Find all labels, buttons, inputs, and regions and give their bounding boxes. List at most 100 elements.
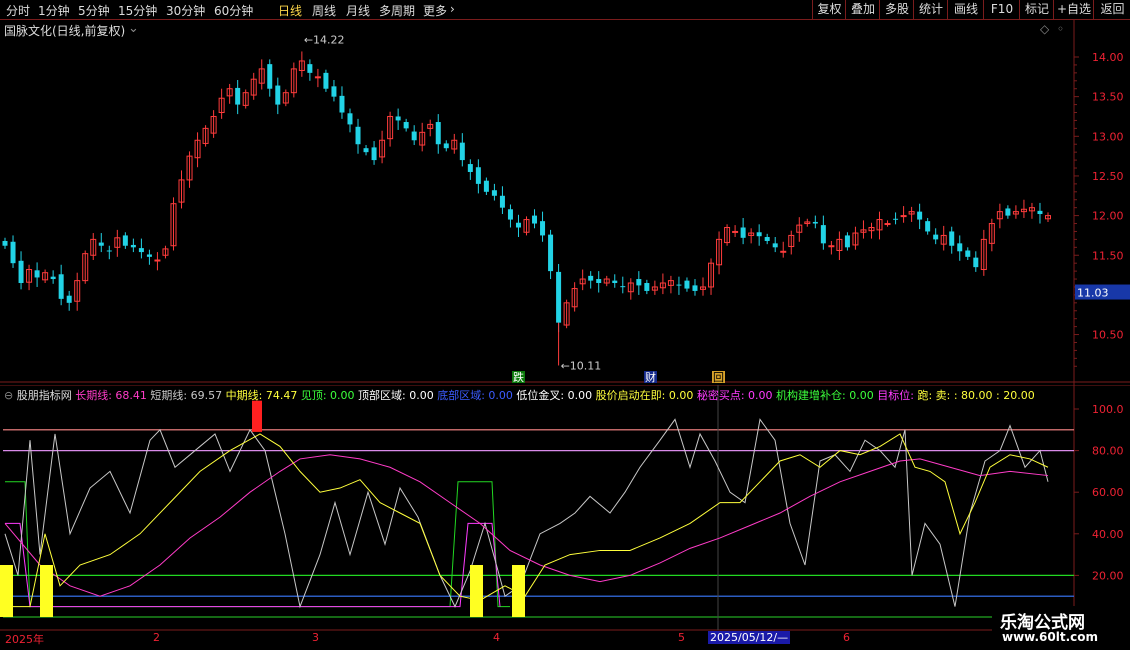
candle-body-down xyxy=(459,142,465,161)
candle-body-down xyxy=(339,95,345,113)
multi-stock-button[interactable]: 多股 xyxy=(879,0,914,19)
marker-finance: 财 xyxy=(645,370,656,384)
candle-body-down xyxy=(820,225,826,244)
legend-item-1: 短期线: 69.57 xyxy=(146,389,223,401)
candle-body-down xyxy=(483,180,489,192)
period-daily[interactable]: 日线 xyxy=(278,2,302,19)
period-5min[interactable]: 5分钟 xyxy=(78,2,110,19)
legend-item-6: 低位金叉: 0.00 xyxy=(512,389,593,401)
price-tick-label: 10.50 xyxy=(1092,329,1124,342)
candle-body-up xyxy=(780,250,787,253)
collapse-icon[interactable]: ⊖ xyxy=(4,389,17,401)
ind-tick-label: 60.00 xyxy=(1092,486,1124,499)
indicator-chart[interactable]: 100.0 80.00 60.00 40.00 20.00 xyxy=(0,385,1130,650)
price-tick-label: 12.00 xyxy=(1092,210,1124,223)
period-30min[interactable]: 30分钟 xyxy=(166,2,205,19)
high-price-annotation: ←14.22 xyxy=(304,34,345,47)
candle-body-down xyxy=(138,248,144,253)
marker-back: 回 xyxy=(713,371,724,384)
chevron-right-icon[interactable]: › xyxy=(450,2,455,16)
price-tick-label: 13.00 xyxy=(1092,130,1124,143)
candle-body-down xyxy=(515,222,521,228)
price-tick-label: 13.50 xyxy=(1092,91,1124,104)
legend-item-10: 目标位: xyxy=(873,389,918,401)
candle-body-down xyxy=(532,215,538,224)
marker-drop: 跌 xyxy=(513,370,524,384)
period-60min[interactable]: 60分钟 xyxy=(214,2,253,19)
candle-body-down xyxy=(973,257,979,268)
legend-item-0: 长期线: 68.41 xyxy=(75,389,147,401)
mark-button[interactable]: 标记 xyxy=(1019,0,1054,19)
candle-body-down xyxy=(403,122,409,129)
ind-tick-label: 80.00 xyxy=(1092,445,1124,458)
legend-item-2: 中期线: 74.47 xyxy=(222,389,298,401)
add-watchlist-button[interactable]: +自选 xyxy=(1053,0,1094,19)
watermark-url: www.60lt.com xyxy=(1002,630,1099,644)
candle-body-down xyxy=(331,86,337,97)
candle-body-up xyxy=(314,76,321,79)
f10-button[interactable]: F10 xyxy=(983,0,1020,19)
legend-item-7: 股价启动在即: 0.00 xyxy=(592,389,694,401)
indicator-legend: ⊖ 股朋指标网 长期线: 68.41 短期线: 69.57 中期线: 74.47… xyxy=(4,387,1076,401)
back-button[interactable]: 返回 xyxy=(1093,0,1130,19)
candle-body-down xyxy=(556,271,562,323)
candle-body-down xyxy=(740,227,746,238)
price-tick-label: 11.50 xyxy=(1092,249,1124,262)
candle-body-down xyxy=(146,254,152,257)
draw-line-button[interactable]: 画线 xyxy=(947,0,984,19)
period-multi[interactable]: 多周期 xyxy=(379,2,415,19)
legend-item-12: 卖: : 80.00 xyxy=(935,389,993,401)
candle-body-down xyxy=(34,270,40,278)
candle-body-down xyxy=(588,275,594,281)
candle-body-down xyxy=(235,87,241,105)
candle-body-down xyxy=(499,195,505,208)
candle-body-up xyxy=(732,230,739,233)
period-monthly[interactable]: 月线 xyxy=(346,2,370,19)
period-toolbar: 分时 1分钟 5分钟 15分钟 30分钟 60分钟 日线 周线 月线 多周期 更… xyxy=(0,0,1130,20)
candle-body-down xyxy=(122,235,128,246)
legend-item-13: : 20.00 xyxy=(992,389,1035,401)
period-more[interactable]: 更多 xyxy=(423,2,447,19)
period-fenshi[interactable]: 分时 xyxy=(6,2,30,19)
secret-buy-line xyxy=(5,522,501,608)
bottom-signal-bar xyxy=(0,565,13,617)
candle-body-down xyxy=(676,284,682,286)
mid-term-line xyxy=(5,433,1049,608)
fuquan-button[interactable]: 复权 xyxy=(812,0,846,19)
x-label-feb: 2 xyxy=(153,631,160,644)
candle-body-down xyxy=(355,126,361,145)
bottom-signal-bar xyxy=(40,565,53,617)
candle-body-down xyxy=(957,243,963,252)
candle-body-down xyxy=(106,250,112,252)
candle-body-down xyxy=(475,167,481,184)
mid-green-line xyxy=(5,481,510,608)
candle-body-down xyxy=(363,148,369,153)
candle-body-down xyxy=(644,283,650,291)
ind-tick-label: 20.00 xyxy=(1092,569,1124,582)
top-signal-bar xyxy=(252,400,262,432)
cursor-date-label: 2025/05/12/— xyxy=(708,631,791,644)
candle-body-down xyxy=(620,286,626,288)
candle-body-up xyxy=(900,215,907,218)
candle-body-down xyxy=(347,113,353,125)
candle-body-down xyxy=(764,237,770,241)
period-weekly[interactable]: 周线 xyxy=(312,2,336,19)
overlay-button[interactable]: 叠加 xyxy=(845,0,880,19)
stats-button[interactable]: 统计 xyxy=(913,0,948,19)
x-label-may: 5 xyxy=(678,631,685,644)
candle-body-down xyxy=(371,147,377,161)
bottom-signal-bar xyxy=(470,565,483,617)
period-15min[interactable]: 15分钟 xyxy=(118,2,157,19)
candle-body-down xyxy=(917,211,923,220)
candle-body-down xyxy=(2,240,8,246)
candle-body-down xyxy=(684,280,690,289)
candlestick-chart[interactable]: 14.0013.5013.0012.5012.0011.5011.0010.50… xyxy=(0,20,1130,385)
watermark: 乐淘公式网 www.60lt.com xyxy=(992,606,1130,650)
candle-body-down xyxy=(443,143,449,149)
candle-body-down xyxy=(467,164,473,172)
candle-body-down xyxy=(1005,208,1011,216)
candle-body-down xyxy=(411,131,417,141)
bottom-signal-bar xyxy=(512,565,525,617)
candle-body-up xyxy=(884,223,891,226)
period-1min[interactable]: 1分钟 xyxy=(38,2,70,19)
